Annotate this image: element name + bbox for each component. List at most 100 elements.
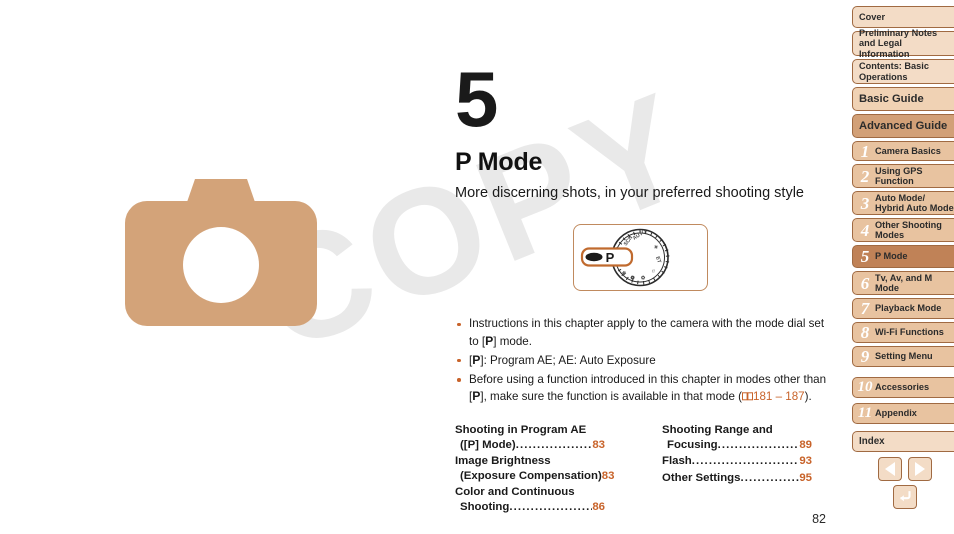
- sidebar-item-cover[interactable]: Cover: [852, 6, 954, 28]
- sidebar-item-label: Camera Basics: [875, 145, 941, 156]
- list-item: Instructions in this chapter apply to th…: [455, 316, 835, 350]
- sidebar-item-label: Other Shooting Modes: [875, 219, 942, 241]
- page-title: P Mode: [455, 148, 543, 176]
- toc-entry[interactable]: Color and Continuous Shooting...........…: [455, 485, 605, 514]
- navigation-buttons: [850, 455, 954, 515]
- sidebar-item-label: Accessories: [875, 382, 930, 393]
- sidebar-item-label: Cover: [859, 11, 886, 22]
- sidebar-item-label: Index: [859, 436, 885, 447]
- chapter-number-badge: 7: [860, 299, 870, 318]
- toc-dots: .................................: [515, 438, 593, 451]
- chapter-number-badge: 1: [860, 141, 870, 161]
- toc-title-line1: Shooting Range and: [662, 424, 773, 436]
- sidebar-item-label: Wi-Fi Functions: [875, 327, 944, 338]
- bullet-text-2b: ]: Program AE; AE: Auto Exposure: [480, 354, 656, 367]
- sidebar-item-label: Advanced Guide: [859, 119, 948, 132]
- page-ref-start[interactable]: 181: [753, 390, 772, 403]
- chapter-number-badge: 9: [860, 347, 870, 366]
- toc-entry[interactable]: Other Settings..........................…: [662, 471, 812, 486]
- toc-title-line1: Color and Continuous: [455, 486, 575, 499]
- toc-title-line1: Image Brightness: [455, 455, 551, 468]
- return-arrow-icon: [899, 491, 911, 502]
- toc-title-line2: Shooting: [460, 500, 510, 513]
- toc-page[interactable]: 89: [799, 438, 812, 453]
- toc-page[interactable]: 83: [602, 469, 615, 484]
- toc-entry[interactable]: Flash...................................…: [662, 454, 812, 469]
- chapter-number-badge: 8: [860, 323, 870, 342]
- sidebar-item-using-gps-function[interactable]: 2 Using GPS Function: [852, 164, 954, 188]
- sidebar-item-label: Auto Mode/ Hybrid Auto Mode: [875, 192, 954, 214]
- toc-title-line2: Other Settings: [662, 471, 741, 484]
- sidebar-item-label: Setting Menu: [875, 351, 933, 362]
- previous-page-button[interactable]: [878, 457, 902, 481]
- sidebar-item-wifi-functions[interactable]: 8 Wi-Fi Functions: [852, 322, 954, 343]
- sidebar-item-camera-basics[interactable]: 1 Camera Basics: [852, 141, 954, 161]
- toc-title-line2: Flash: [662, 455, 692, 468]
- page-number: 82: [812, 512, 826, 526]
- sidebar-item-playback-mode[interactable]: 7 Playback Mode: [852, 298, 954, 319]
- sidebar-item-index[interactable]: Index: [852, 431, 954, 452]
- sidebar-navigation: Cover Preliminary Notes and Legal Inform…: [850, 0, 954, 534]
- toc-dots: ........................................…: [691, 455, 800, 468]
- sidebar-item-preliminary-notes[interactable]: Preliminary Notes and Legal Information: [852, 28, 954, 59]
- sidebar-item-setting-menu[interactable]: 9 Setting Menu: [852, 346, 954, 367]
- chapter-number-badge: 5: [860, 247, 870, 266]
- mode-dial-icon: AUTO ☀ ET ☺ ✿ ❁ ❄ ♨ ▣ SCN P: [580, 228, 670, 287]
- chapter-subtitle: More discerning shots, in your preferred…: [455, 185, 804, 201]
- sidebar-item-label: Appendix: [875, 408, 917, 419]
- sidebar-item-label: Tv, Av, and M Mode: [875, 272, 933, 294]
- toc-dots: ....................................: [717, 438, 800, 451]
- arrow-right-icon: [915, 462, 925, 476]
- page-reference-icon: [742, 392, 754, 401]
- toc-title-line1: Shooting in Program AE: [455, 424, 587, 436]
- manual-page: COPY 5 P Mode More discerning shots, in …: [0, 0, 954, 534]
- sidebar-item-p-mode[interactable]: 5 P Mode: [852, 245, 954, 268]
- toc-entry[interactable]: Shooting Range and Focusing.............…: [662, 423, 812, 452]
- toc-title-line2: ([P] Mode): [460, 438, 516, 451]
- arrow-left-icon: [885, 462, 895, 476]
- sidebar-item-advanced-guide[interactable]: Advanced Guide: [852, 114, 954, 138]
- toc-title-line2: Focusing: [667, 438, 718, 451]
- next-page-button[interactable]: [908, 457, 932, 481]
- toc-page[interactable]: 95: [799, 471, 812, 486]
- bullet-text-3b: ], make sure the function is available i…: [480, 390, 743, 403]
- bullet-list: Instructions in this chapter apply to th…: [455, 316, 835, 408]
- toc-page[interactable]: 93: [799, 454, 812, 469]
- sidebar-item-label: Basic Guide: [859, 92, 924, 105]
- chapter-number: 5: [455, 55, 499, 143]
- list-item: Before using a function introduced in th…: [455, 372, 835, 406]
- chapter-number-badge: 4: [860, 220, 870, 240]
- dial-callout-p: P: [606, 250, 615, 265]
- toc-dots: ...........................: [740, 471, 799, 484]
- toc-column-right: Shooting Range and Focusing.............…: [662, 423, 812, 487]
- sidebar-item-auto-mode-hybrid-auto-mode[interactable]: 3 Auto Mode/ Hybrid Auto Mode: [852, 191, 954, 215]
- toc-page[interactable]: 86: [592, 500, 605, 515]
- sidebar-item-label: Contents: Basic Operations: [859, 61, 929, 82]
- sidebar-item-appendix[interactable]: 11 Appendix: [852, 403, 954, 424]
- chapter-number-badge: 3: [860, 193, 870, 213]
- sidebar-item-basic-guide[interactable]: Basic Guide: [852, 87, 954, 111]
- sidebar-item-accessories[interactable]: 10 Accessories: [852, 377, 954, 398]
- page-ref-dash: –: [772, 390, 786, 403]
- sidebar-item-label: Playback Mode: [875, 303, 942, 314]
- toc-title-line2: (Exposure Compensation): [460, 469, 602, 482]
- sidebar-item-other-shooting-modes[interactable]: 4 Other Shooting Modes: [852, 218, 954, 242]
- chapter-number-badge: 11: [857, 405, 873, 421]
- chapter-number-badge: 6: [860, 273, 870, 293]
- mode-dial-figure: AUTO ☀ ET ☺ ✿ ❁ ❄ ♨ ▣ SCN P: [573, 224, 708, 291]
- bullet-text-3c: ).: [804, 390, 812, 403]
- sidebar-item-label: Preliminary Notes and Legal Information: [859, 27, 938, 59]
- toc-entry[interactable]: Image Brightness (Exposure Compensation)…: [455, 454, 614, 483]
- toc-entry[interactable]: Shooting in Program AE ([P] Mode).......…: [455, 423, 605, 452]
- toc-column-left: Shooting in Program AE ([P] Mode).......…: [455, 423, 614, 517]
- sidebar-item-contents-basic-operations[interactable]: Contents: Basic Operations: [852, 59, 954, 84]
- chapter-number-badge: 10: [857, 379, 873, 395]
- sidebar-item-tv-av-and-m-mode[interactable]: 6 Tv, Av, and M Mode: [852, 271, 954, 295]
- list-item: [P]: Program AE; AE: Auto Exposure: [455, 352, 835, 370]
- page-ref-end[interactable]: 187: [785, 390, 804, 403]
- page-content: 5 P Mode More discerning shots, in your …: [0, 0, 848, 534]
- toc-page[interactable]: 83: [592, 438, 605, 453]
- bullet-text-1b: ] mode.: [493, 334, 532, 348]
- return-button[interactable]: [893, 485, 917, 509]
- sidebar-item-label: P Mode: [875, 251, 908, 262]
